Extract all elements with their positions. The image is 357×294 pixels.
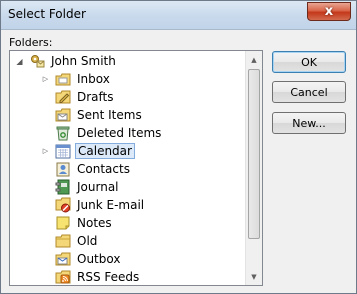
folder-icon	[55, 233, 71, 249]
close-icon: x	[324, 4, 334, 19]
journal-icon	[55, 179, 71, 195]
tree-item-label: Sent Items	[77, 108, 142, 122]
tree-item-label: Old	[77, 234, 98, 248]
tree-item-old[interactable]: Old	[55, 232, 99, 250]
scroll-down-arrow-icon: ▼	[251, 272, 257, 281]
tree-item-label: RSS Feeds	[77, 270, 140, 284]
tree-scrollbar[interactable]: ▲ ▼	[245, 51, 262, 285]
cancel-button[interactable]: Cancel	[272, 81, 346, 103]
tree-item-label: Contacts	[77, 162, 130, 176]
tree-item-label: Drafts	[77, 90, 114, 104]
tree-item-deleted-items[interactable]: Deleted Items	[55, 124, 163, 142]
select-folder-dialog: Select Folder x Folders: ◢ John Smith ▷	[0, 0, 357, 294]
notes-icon	[55, 215, 71, 231]
tree-item-label: Journal	[77, 180, 119, 194]
tree-item-label: Deleted Items	[77, 126, 162, 140]
mailbox-icon	[29, 53, 45, 69]
dialog-title: Select Folder	[8, 7, 86, 21]
sent-items-icon	[55, 107, 71, 123]
tree-item-label: Notes	[77, 216, 112, 230]
tree-item-label: John Smith	[51, 54, 116, 68]
scroll-down-button[interactable]: ▼	[246, 268, 262, 285]
scroll-thumb[interactable]	[248, 69, 260, 239]
scroll-up-arrow-icon: ▲	[251, 55, 257, 64]
tree-item-journal[interactable]: Journal	[55, 178, 121, 196]
collapse-arrow-icon[interactable]: ◢	[15, 57, 24, 66]
tree-item-john-smith[interactable]: ◢ John Smith	[15, 52, 118, 70]
folders-label: Folders:	[9, 36, 53, 49]
drafts-icon	[55, 89, 71, 105]
tree-item-drafts[interactable]: Drafts	[55, 88, 116, 106]
tree-item-inbox[interactable]: ▷ Inbox	[41, 70, 112, 88]
expand-arrow-icon[interactable]: ▷	[41, 147, 50, 156]
rss-icon	[55, 269, 71, 285]
deleted-items-icon	[55, 125, 71, 141]
folder-tree[interactable]: ◢ John Smith ▷ Inbox Drafts Sent Items D…	[9, 50, 263, 286]
tree-item-outbox[interactable]: Outbox	[55, 250, 122, 268]
tree-item-junk-email[interactable]: Junk E-mail	[55, 196, 146, 214]
expand-arrow-icon[interactable]: ▷	[41, 75, 50, 84]
tree-item-label: Junk E-mail	[77, 198, 145, 212]
tree-item-calendar[interactable]: ▷ Calendar	[41, 142, 135, 160]
title-bar[interactable]: Select Folder x	[1, 1, 356, 30]
junk-email-icon	[55, 197, 71, 213]
contacts-icon	[55, 161, 71, 177]
tree-item-label: Outbox	[77, 252, 121, 266]
scroll-up-button[interactable]: ▲	[246, 51, 262, 68]
calendar-icon	[55, 143, 71, 159]
inbox-icon	[55, 71, 71, 87]
tree-item-contacts[interactable]: Contacts	[55, 160, 132, 178]
ok-button[interactable]: OK	[272, 51, 346, 73]
tree-item-notes[interactable]: Notes	[55, 214, 114, 232]
new-folder-button[interactable]: New...	[272, 112, 346, 134]
tree-item-rss-feeds[interactable]: RSS Feeds	[55, 268, 141, 285]
tree-item-sent-items[interactable]: Sent Items	[55, 106, 144, 124]
tree-item-label: Calendar	[75, 143, 135, 159]
tree-item-label: Inbox	[77, 72, 110, 86]
outbox-icon	[55, 251, 71, 267]
close-button[interactable]: x	[307, 2, 351, 21]
